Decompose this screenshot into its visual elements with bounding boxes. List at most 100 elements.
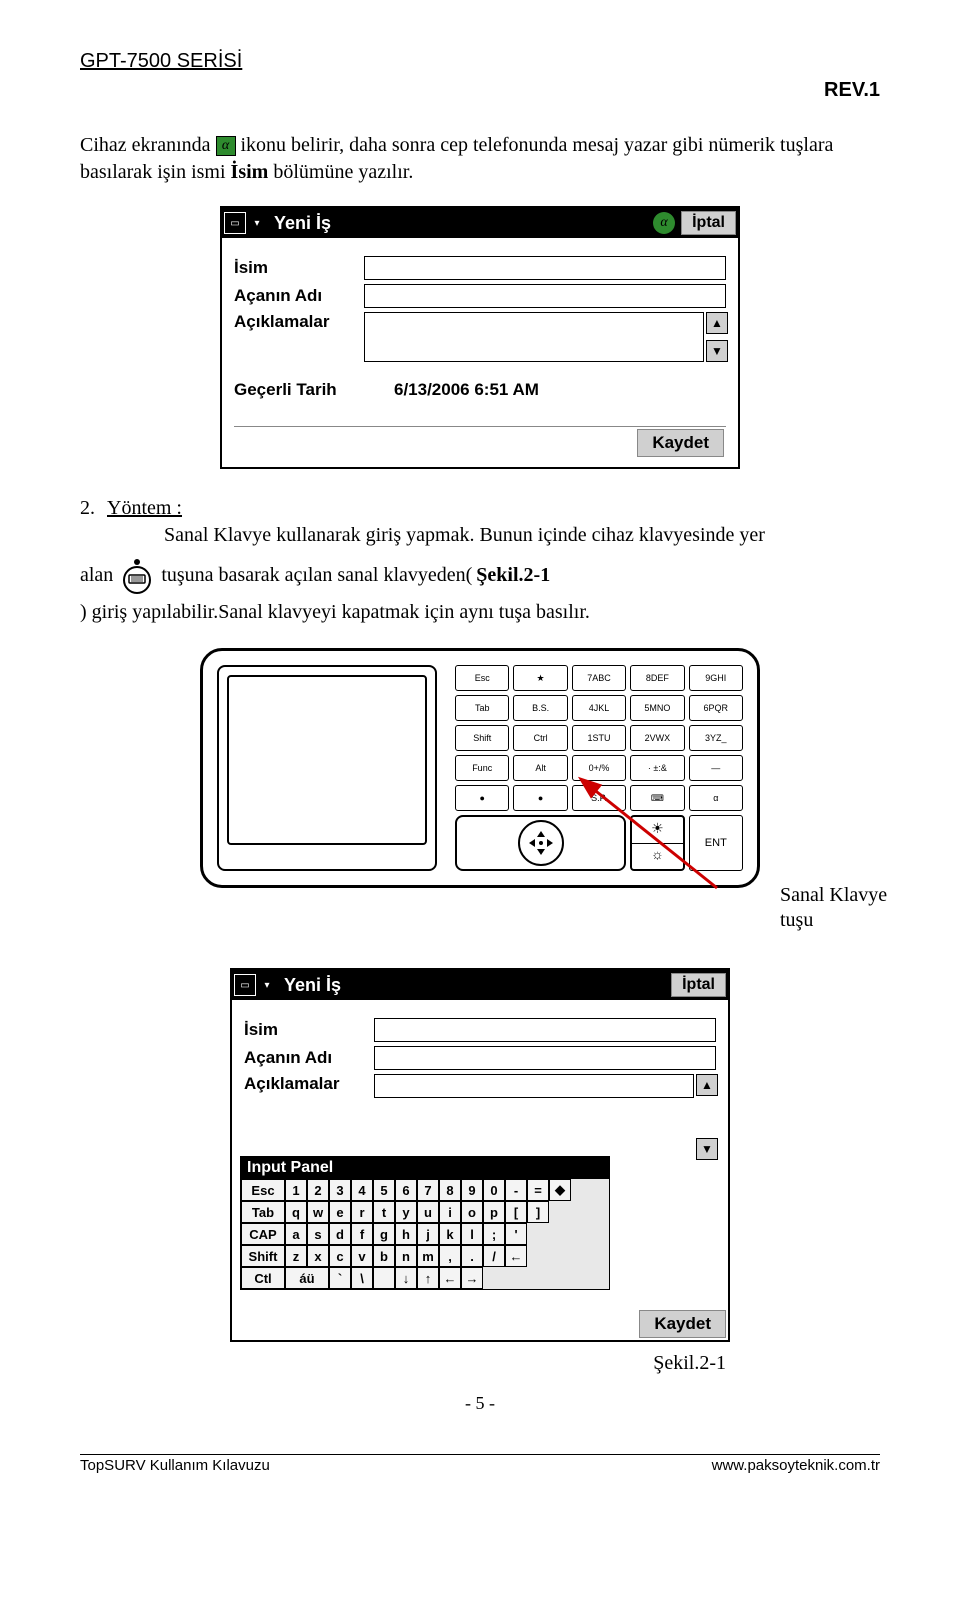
vk-key[interactable]: k [439, 1223, 461, 1245]
key-illum2[interactable]: ● [513, 785, 567, 811]
vk-key[interactable]: ` [329, 1267, 351, 1289]
vk-key[interactable] [373, 1267, 395, 1289]
vk-key[interactable]: 5 [373, 1179, 395, 1201]
key-5[interactable]: 5MNO [630, 695, 684, 721]
illum-toggle[interactable]: ☀ ☼ [630, 815, 684, 871]
vk-key[interactable]: ← [505, 1245, 527, 1267]
vk-key[interactable]: i [439, 1201, 461, 1223]
key-ent[interactable]: ENT [689, 815, 743, 871]
vk-key[interactable]: 0 [483, 1179, 505, 1201]
vk-key[interactable]: o [461, 1201, 483, 1223]
key-esc[interactable]: Esc [455, 665, 509, 691]
vk-key[interactable]: j [417, 1223, 439, 1245]
vk-key[interactable]: 1 [285, 1179, 307, 1201]
key-dot[interactable]: · ±:& [630, 755, 684, 781]
vk-key[interactable]: g [373, 1223, 395, 1245]
scroll-up-icon[interactable]: ▲ [706, 312, 728, 334]
vk-key[interactable]: 6 [395, 1179, 417, 1201]
key-3[interactable]: 3YZ_ [689, 725, 743, 751]
save-button[interactable]: Kaydet [639, 1310, 726, 1338]
vk-key[interactable]: ◆ [549, 1179, 571, 1201]
vk-key[interactable]: v [351, 1245, 373, 1267]
key-7[interactable]: 7ABC [572, 665, 626, 691]
vk-key[interactable]: x [307, 1245, 329, 1267]
vk-key[interactable]: ↓ [395, 1267, 417, 1289]
vk-key[interactable]: áü [285, 1267, 329, 1289]
vk-key[interactable]: n [395, 1245, 417, 1267]
vk-key[interactable]: b [373, 1245, 395, 1267]
cancel-button[interactable]: İptal [671, 973, 726, 997]
key-shift[interactable]: Shift [455, 725, 509, 751]
vk-key[interactable]: 8 [439, 1179, 461, 1201]
vk-key[interactable]: 4 [351, 1179, 373, 1201]
key-star[interactable]: ★ [513, 665, 567, 691]
key-6[interactable]: 6PQR [689, 695, 743, 721]
vk-key[interactable]: ' [505, 1223, 527, 1245]
vk-key[interactable]: t [373, 1201, 395, 1223]
vk-key[interactable]: q [285, 1201, 307, 1223]
vk-key[interactable]: a [285, 1223, 307, 1245]
scroll-down-icon[interactable]: ▼ [706, 340, 728, 362]
vk-key[interactable]: l [461, 1223, 483, 1245]
key-ctrl[interactable]: Ctrl [513, 725, 567, 751]
scroll-down-icon[interactable]: ▼ [696, 1138, 718, 1160]
vk-key[interactable]: f [351, 1223, 373, 1245]
key-keyboard[interactable]: ⌨ [630, 785, 684, 811]
key-1[interactable]: 1STU [572, 725, 626, 751]
window-menu-icon[interactable]: ▭ [234, 974, 256, 996]
vk-key[interactable]: CAP [241, 1223, 285, 1245]
key-sp[interactable]: S.P. [572, 785, 626, 811]
isim-field[interactable] [364, 256, 726, 280]
vk-key[interactable]: \ [351, 1267, 373, 1289]
key-illum1[interactable]: ● [455, 785, 509, 811]
vk-key[interactable]: Esc [241, 1179, 285, 1201]
vk-key[interactable]: s [307, 1223, 329, 1245]
scroll-up-icon[interactable]: ▲ [696, 1074, 718, 1096]
dropdown-icon[interactable]: ▾ [258, 974, 276, 996]
vk-key[interactable]: ] [527, 1201, 549, 1223]
key-dash[interactable]: — [689, 755, 743, 781]
vk-key[interactable]: c [329, 1245, 351, 1267]
vk-key[interactable]: 9 [461, 1179, 483, 1201]
vk-key[interactable]: ↑ [417, 1267, 439, 1289]
key-func[interactable]: Func [455, 755, 509, 781]
isim-field[interactable] [374, 1018, 716, 1042]
vk-key[interactable]: 3 [329, 1179, 351, 1201]
window-menu-icon[interactable]: ▭ [224, 212, 246, 234]
vk-key[interactable]: u [417, 1201, 439, 1223]
vk-key[interactable]: ; [483, 1223, 505, 1245]
vk-key[interactable]: - [505, 1179, 527, 1201]
vk-key[interactable]: z [285, 1245, 307, 1267]
vk-key[interactable]: e [329, 1201, 351, 1223]
vk-key[interactable]: [ [505, 1201, 527, 1223]
dpad[interactable] [455, 815, 626, 871]
vk-key[interactable]: r [351, 1201, 373, 1223]
aciklamalar-field[interactable] [374, 1074, 694, 1098]
key-tab[interactable]: Tab [455, 695, 509, 721]
vk-key[interactable]: → [461, 1267, 483, 1289]
acan-field[interactable] [374, 1046, 716, 1070]
key-2[interactable]: 2VWX [630, 725, 684, 751]
key-8[interactable]: 8DEF [630, 665, 684, 691]
save-button[interactable]: Kaydet [637, 429, 724, 457]
vk-key[interactable]: Ctl [241, 1267, 285, 1289]
vk-key[interactable]: Shift [241, 1245, 285, 1267]
vk-key[interactable]: w [307, 1201, 329, 1223]
vk-key[interactable]: Tab [241, 1201, 285, 1223]
dropdown-icon[interactable]: ▾ [248, 212, 266, 234]
key-alpha[interactable]: α [689, 785, 743, 811]
vk-key[interactable]: 7 [417, 1179, 439, 1201]
key-alt[interactable]: Alt [513, 755, 567, 781]
vk-key[interactable]: . [461, 1245, 483, 1267]
vk-key[interactable]: 2 [307, 1179, 329, 1201]
key-4[interactable]: 4JKL [572, 695, 626, 721]
vk-key[interactable]: m [417, 1245, 439, 1267]
vk-key[interactable]: p [483, 1201, 505, 1223]
acan-field[interactable] [364, 284, 726, 308]
vk-key[interactable]: , [439, 1245, 461, 1267]
vk-key[interactable]: / [483, 1245, 505, 1267]
key-0[interactable]: 0+/% [572, 755, 626, 781]
vk-key[interactable]: = [527, 1179, 549, 1201]
key-bs[interactable]: B.S. [513, 695, 567, 721]
vk-key[interactable]: h [395, 1223, 417, 1245]
